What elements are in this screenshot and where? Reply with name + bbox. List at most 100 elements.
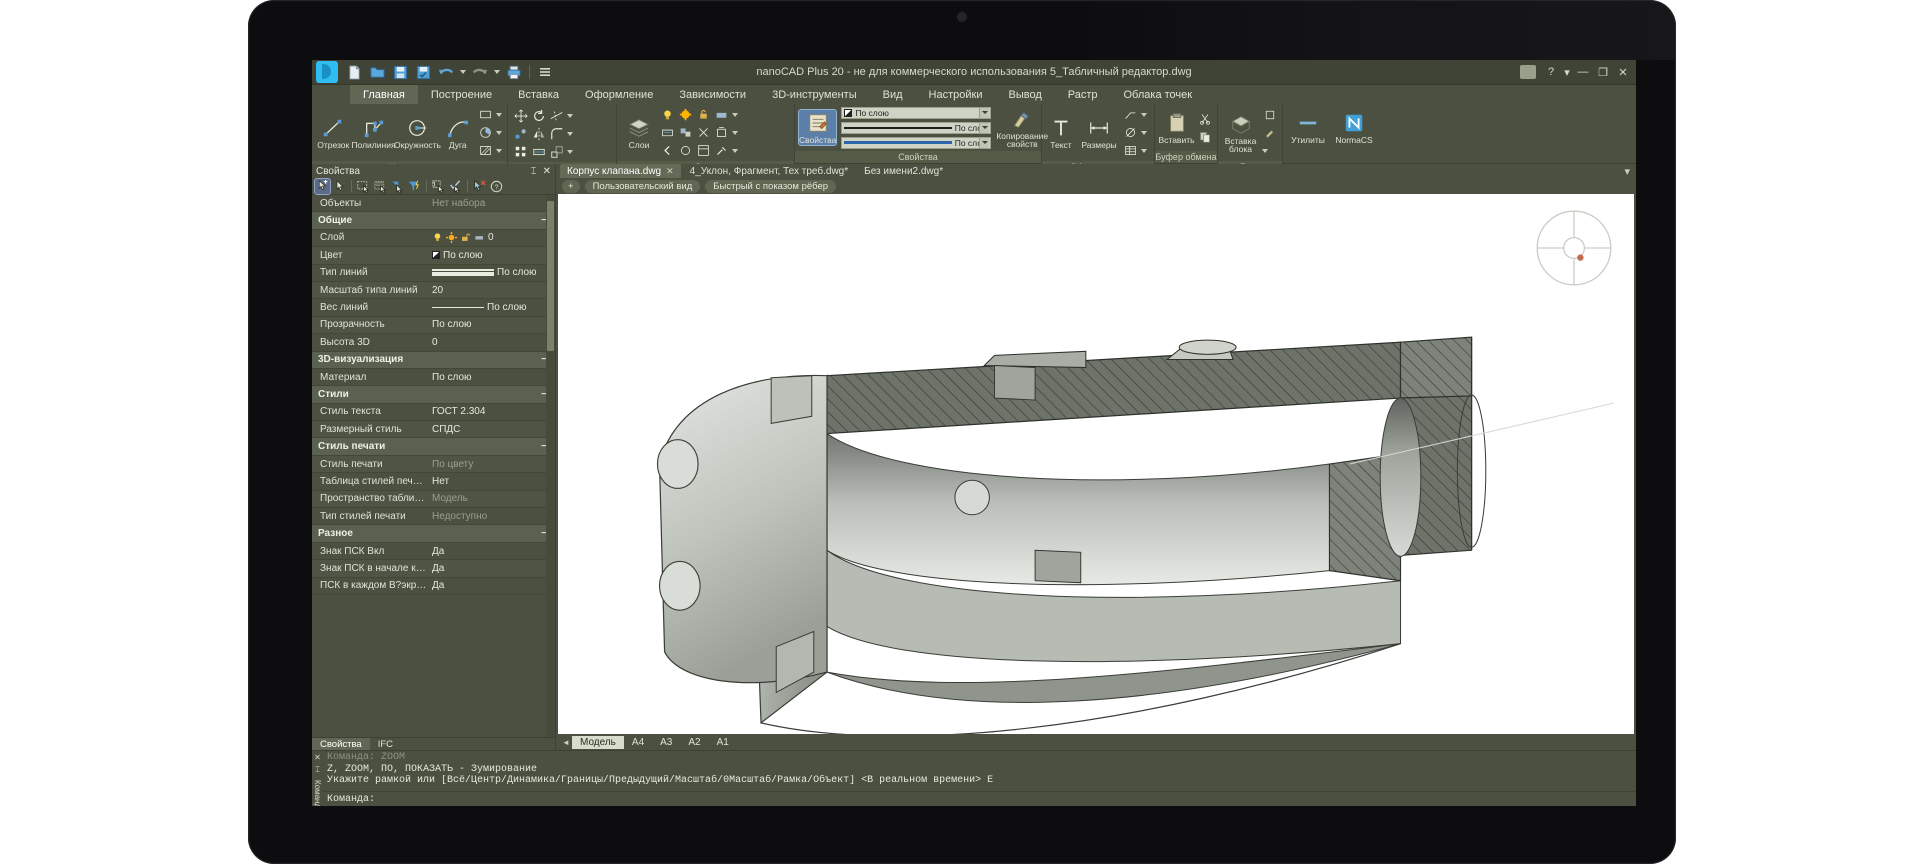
layout-prev-icon[interactable]: ◄ (560, 736, 572, 748)
properties-row[interactable]: Знак ПСК Вкл Да (312, 543, 555, 561)
properties-group-header[interactable]: 3D-визуализация − (312, 351, 555, 369)
open-folder-icon[interactable] (367, 62, 387, 82)
menu-icon[interactable] (535, 62, 555, 82)
visual-style-chip[interactable]: Быстрый с показом рёбер (705, 179, 837, 193)
lineweight-combo[interactable]: По слою (841, 136, 992, 149)
array-icon[interactable] (512, 143, 529, 160)
pie-icon[interactable] (477, 124, 494, 141)
layer-plot-icon[interactable] (713, 106, 730, 123)
layer-state-icon[interactable] (695, 142, 712, 159)
mirror-icon[interactable] (530, 125, 547, 142)
properties-scrollbar[interactable] (546, 195, 555, 737)
lineweight-combo-caret-icon[interactable] (979, 137, 990, 148)
add-to-selection-tool[interactable] (314, 177, 331, 195)
pie-caret-icon[interactable] (495, 124, 503, 141)
redo-icon[interactable] (470, 62, 490, 82)
create-block-icon[interactable] (1261, 106, 1278, 123)
document-tab-close-icon[interactable]: ✕ (666, 166, 674, 177)
properties-row[interactable]: Цвет По слою (312, 247, 555, 265)
quick-select-tool[interactable] (390, 179, 405, 194)
properties-row-value[interactable]: 20 (428, 285, 555, 296)
tolerance-icon[interactable] (1122, 124, 1139, 141)
check-tool[interactable] (448, 179, 463, 194)
match-properties-button[interactable]: Копирование свойств (996, 107, 1048, 148)
hatch-caret-icon[interactable] (495, 142, 503, 159)
properties-row-value[interactable]: 0 (428, 232, 555, 244)
linetype-combo[interactable]: По слою (841, 121, 992, 134)
document-tab-uklon-fragment[interactable]: 4_Уклон, Фрагмент, Тех треб.dwg* (683, 164, 855, 178)
new-file-icon[interactable] (344, 62, 364, 82)
layer-lock-icon[interactable] (695, 106, 712, 123)
save-as-icon[interactable] (413, 62, 433, 82)
ribbon-tab-3d-instrumenty[interactable]: 3D-инструменты (759, 85, 870, 104)
properties-row-value[interactable]: По слою (428, 250, 555, 261)
properties-row[interactable]: Тип линий По слою (312, 265, 555, 282)
view-navigation-compass[interactable] (1534, 208, 1614, 288)
document-tabs-overflow-icon[interactable]: ▾ (1624, 164, 1636, 178)
view-style-chip[interactable]: Пользовательский вид (584, 179, 701, 193)
layout-tab-a4[interactable]: A4 (624, 736, 652, 749)
document-tab-korpus-klapana[interactable]: Корпус клапана.dwg ✕ (560, 164, 681, 178)
properties-row-value[interactable]: Нет (428, 476, 555, 487)
normacs-button[interactable]: NormaCS (1331, 110, 1377, 145)
stretch-icon[interactable] (530, 143, 547, 160)
dimensions-button[interactable]: Размеры (1078, 115, 1120, 150)
help-caret-icon[interactable]: ▾ (1562, 63, 1572, 81)
layer-color-combo-caret-icon[interactable] (979, 107, 990, 118)
properties-row-value[interactable]: По цвету (428, 459, 555, 470)
hatch-icon[interactable] (477, 142, 494, 159)
polyline-button[interactable]: Полилиния (351, 115, 396, 150)
rectangle-caret-icon[interactable] (495, 106, 503, 123)
properties-row[interactable]: Тип стилей печати Недоступно (312, 508, 555, 526)
document-tab-bez-imeni2[interactable]: Без имени2.dwg* (857, 164, 950, 178)
layer-delete-icon[interactable] (713, 124, 730, 141)
layer-caret2-icon[interactable] (731, 124, 739, 141)
properties-pin-icon[interactable]: ⌶ (531, 166, 537, 177)
layout-tab-a1[interactable]: A1 (709, 736, 737, 749)
layers-button[interactable]: Слои (621, 115, 657, 150)
layer-tools-icon[interactable] (713, 142, 730, 159)
license-badge-icon[interactable] (1520, 65, 1536, 79)
properties-row[interactable]: ПСК в каждом В?экране Да (312, 578, 555, 595)
scale-icon[interactable] (548, 143, 565, 160)
isolate-tool[interactable] (431, 179, 446, 194)
text-button[interactable]: Текст (1046, 115, 1076, 150)
crossing-select-tool[interactable] (373, 179, 388, 194)
ribbon-tab-oformlenie[interactable]: Оформление (572, 85, 666, 104)
ribbon-tab-postroenie[interactable]: Построение (418, 85, 505, 104)
ribbon-tab-rastr[interactable]: Растр (1055, 85, 1111, 104)
edit-block-icon[interactable] (1261, 124, 1278, 141)
layer-isolate-icon[interactable] (659, 124, 676, 141)
properties-row-value[interactable]: Недоступно (428, 511, 555, 522)
properties-row[interactable]: Масштаб типа линий 20 (312, 281, 555, 300)
properties-row[interactable]: Прозрачность По слою (312, 316, 555, 335)
properties-row[interactable]: Слой 0 (312, 230, 555, 248)
properties-row-value[interactable]: Да (428, 580, 555, 591)
properties-row[interactable]: Вес линий По слою (312, 299, 555, 317)
properties-group-header[interactable]: Стили − (312, 386, 555, 404)
properties-row-value[interactable]: ГОСТ 2.304 (428, 406, 555, 417)
layout-tab-model[interactable]: Модель (572, 735, 624, 749)
add-view-chip[interactable]: + (562, 179, 580, 193)
print-icon[interactable] (504, 62, 524, 82)
table-caret-icon[interactable] (1140, 142, 1148, 159)
properties-row-value[interactable]: 0 (428, 337, 555, 348)
trim-icon[interactable] (548, 107, 565, 124)
circle-button[interactable]: Окружность (394, 115, 441, 150)
utilities-button[interactable]: Утилиты (1287, 110, 1329, 145)
tolerance-caret-icon[interactable] (1140, 124, 1148, 141)
layout-tab-a2[interactable]: A2 (680, 736, 708, 749)
pick-tool[interactable] (332, 179, 347, 194)
move-icon[interactable] (512, 107, 529, 124)
properties-row[interactable]: Таблица стилей печати Нет (312, 473, 555, 491)
scale-caret-icon[interactable] (566, 143, 574, 160)
properties-tab-ifc[interactable]: IFC (370, 738, 401, 750)
paste-button[interactable]: Вставить (1158, 110, 1195, 145)
copy-icon[interactable] (1197, 128, 1214, 145)
line-button[interactable]: Отрезок (316, 115, 351, 150)
layer-match-icon[interactable] (677, 124, 694, 141)
filter-tool[interactable] (407, 179, 422, 194)
block-caret-icon[interactable] (1261, 142, 1269, 159)
undo-dropdown-caret-icon[interactable] (459, 62, 467, 82)
command-line-close-icon[interactable]: ✕ (314, 753, 321, 762)
